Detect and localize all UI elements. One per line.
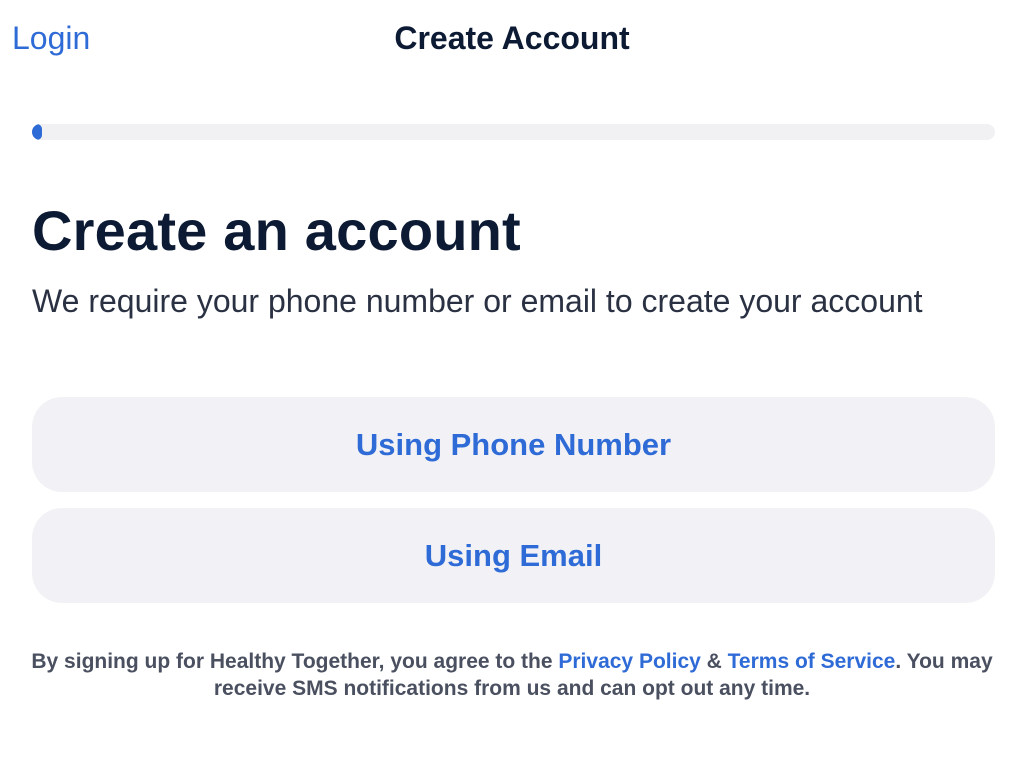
using-phone-number-button[interactable]: Using Phone Number	[32, 397, 995, 492]
create-account-screen: Login Create Account Create an account W…	[0, 0, 1024, 777]
progress-fill	[32, 124, 42, 140]
page-subtitle: We require your phone number or email to…	[32, 283, 923, 319]
privacy-policy-link[interactable]: Privacy Policy	[558, 650, 700, 673]
legal-ampersand: &	[700, 650, 728, 673]
login-button[interactable]: Login	[12, 18, 90, 58]
nav-title: Create Account	[394, 20, 630, 56]
legal-prefix: By signing up for Healthy Together, you …	[31, 650, 559, 673]
progress-bar	[32, 124, 995, 140]
navigation-bar: Login Create Account	[0, 0, 1024, 76]
legal-disclaimer: By signing up for Healthy Together, you …	[30, 648, 994, 702]
page-title: Create an account	[32, 199, 521, 262]
terms-of-service-link[interactable]: Terms of Service	[728, 650, 896, 673]
using-email-button[interactable]: Using Email	[32, 508, 995, 603]
